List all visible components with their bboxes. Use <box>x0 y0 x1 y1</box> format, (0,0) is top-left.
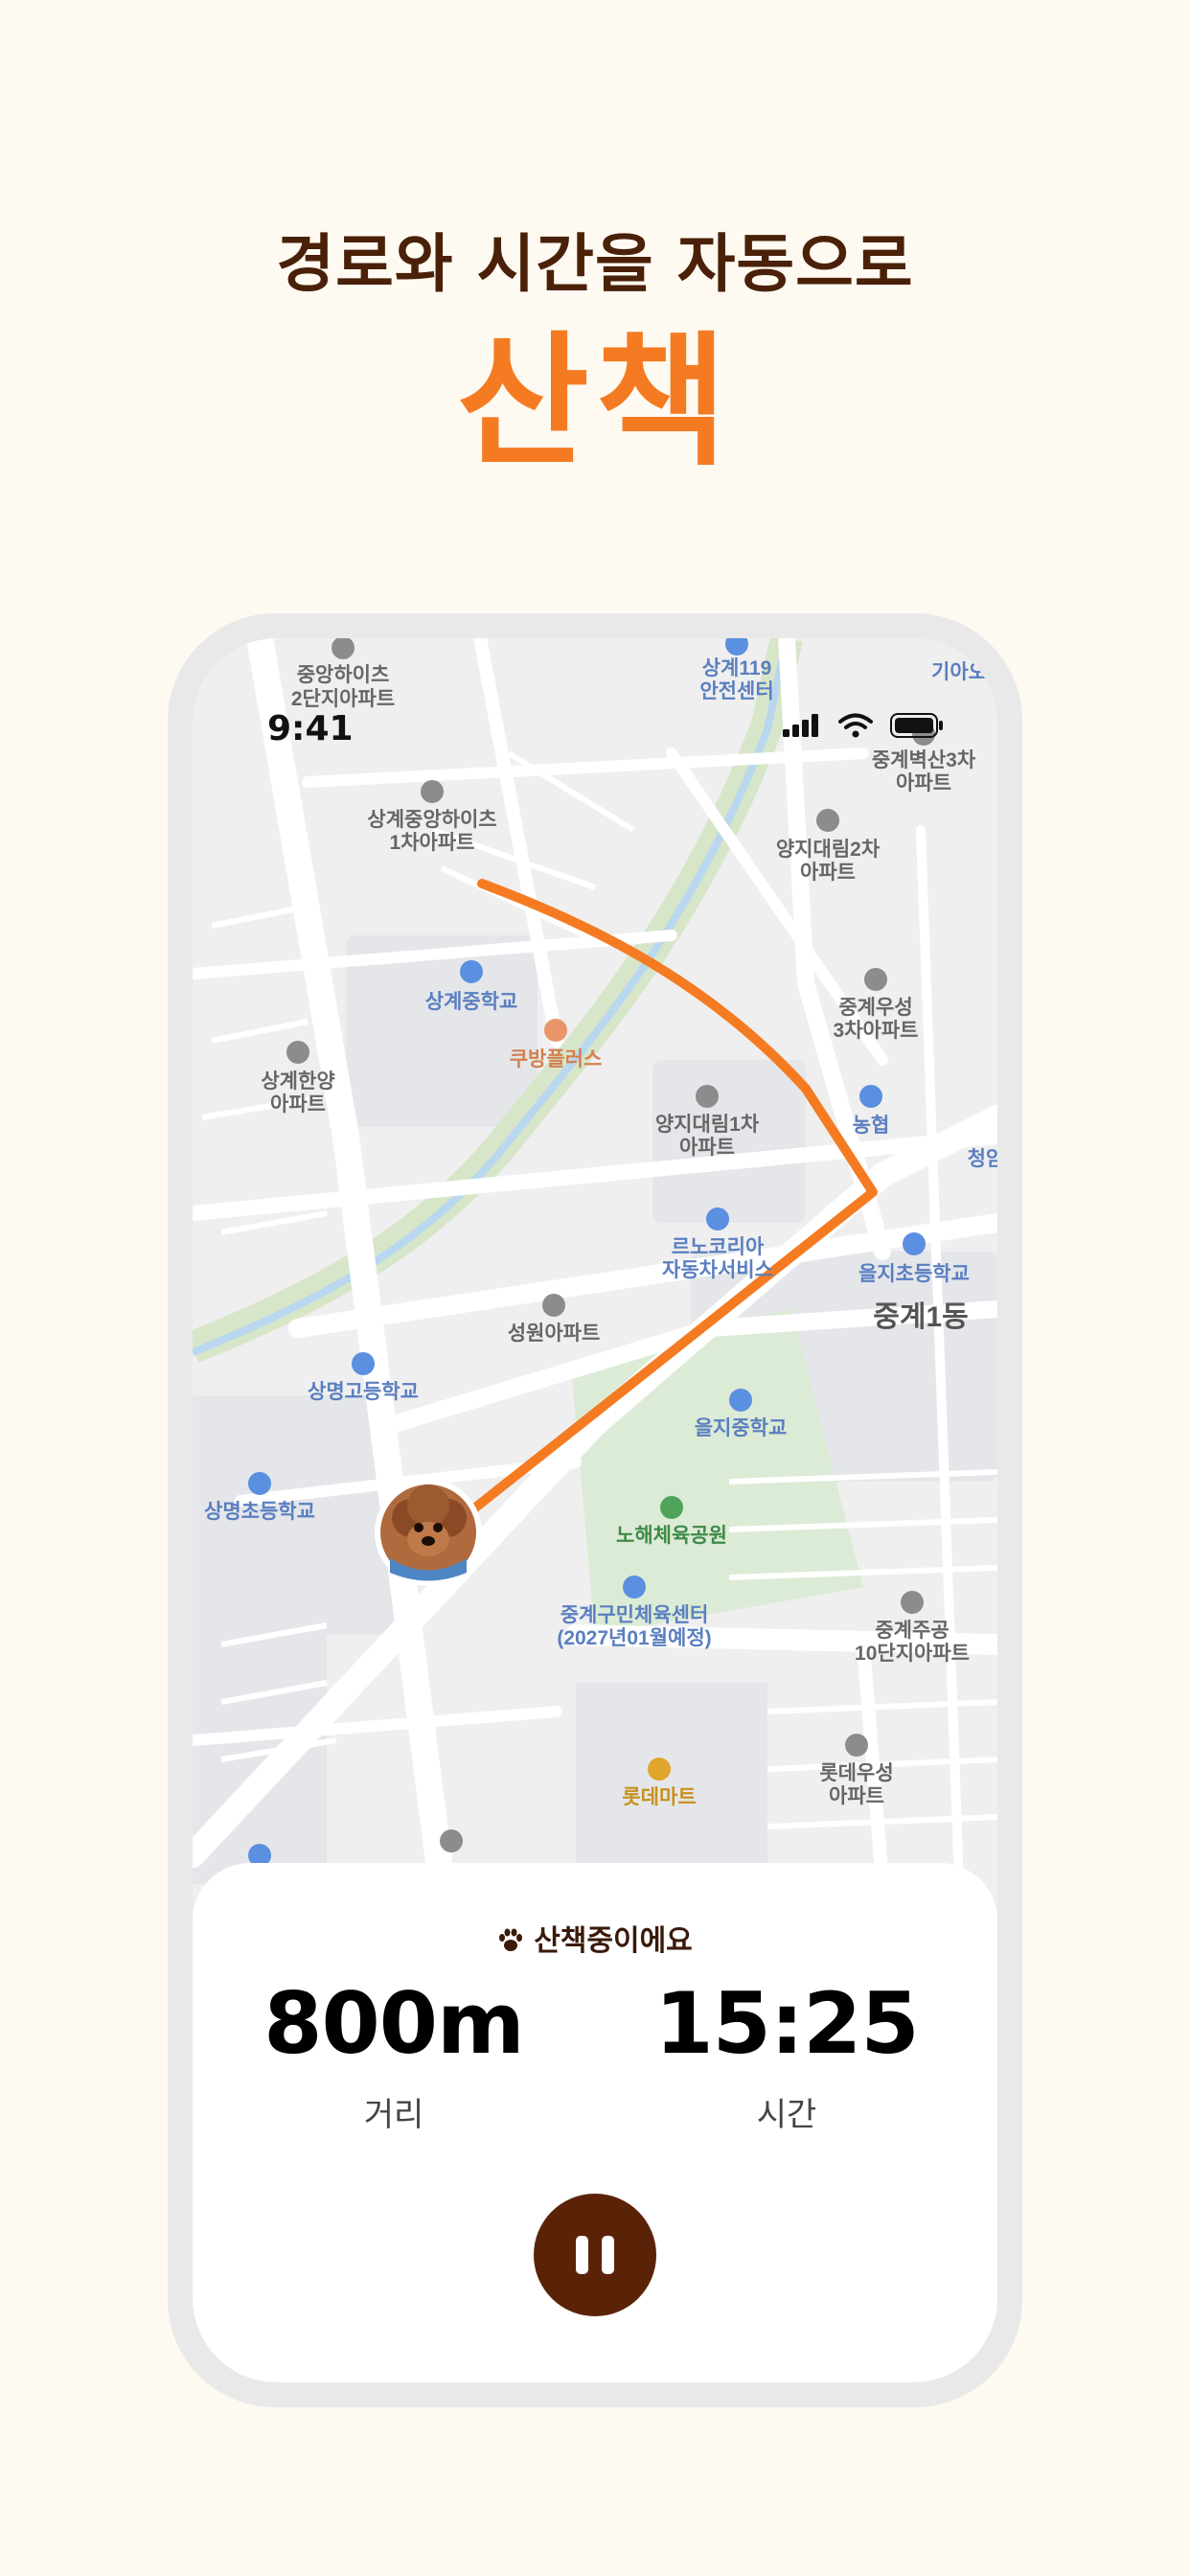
paw-icon <box>499 1928 523 1951</box>
map-label: 1차아파트 <box>390 832 475 854</box>
signal-icon <box>783 714 818 737</box>
map-label: 10단지아파트 <box>855 1643 970 1665</box>
wifi-icon <box>838 713 873 738</box>
walk-status-sheet: 산책중이에요 800m 거리 15:25 시간 <box>193 1863 997 2382</box>
map-label: 중계구민체육센터 <box>561 1604 709 1626</box>
map-label: 중계우성 <box>838 997 912 1019</box>
distance-label: 거리 <box>363 2095 424 2134</box>
map-label: 상명초등학교 <box>204 1501 315 1523</box>
map-label: 아파트 <box>800 862 856 884</box>
map-label: 청암 <box>968 1148 997 1170</box>
map-label: 양지대림1차 <box>655 1114 760 1136</box>
map-label: 아파트 <box>829 1785 884 1807</box>
map-label: 상계중앙하이츠 <box>367 809 496 831</box>
map[interactable]: 중앙하이츠 2단지아파트 상계119 안전센터 기아오 중계벽산3차 아파트 상… <box>193 638 997 1884</box>
title: 산책 <box>456 319 733 486</box>
pause-button[interactable] <box>534 2194 656 2316</box>
map-label: 3차아파트 <box>834 1020 919 1042</box>
map-label: 아파트 <box>896 772 951 794</box>
time-value: 15:25 <box>654 1974 919 2073</box>
map-label: 상계한양 <box>261 1070 334 1092</box>
map-label: 농협 <box>853 1115 890 1137</box>
headline: 경로와 시간을 자동으로 <box>276 227 914 301</box>
distance-value: 800m <box>263 1974 524 2073</box>
map-label: 을지중학교 <box>695 1417 788 1439</box>
status-bar: 9:41 <box>193 673 997 748</box>
map-label: 성원아파트 <box>508 1322 601 1345</box>
dog-avatar-marker <box>375 1479 482 1586</box>
map-label: 중계주공 <box>875 1620 949 1642</box>
status-time: 9:41 <box>267 709 354 748</box>
map-label: 을지초등학교 <box>858 1263 970 1285</box>
walking-status: 산책중이에요 <box>193 1917 997 1959</box>
map-label: 양지대림2차 <box>776 839 881 861</box>
map-label: 자동차서비스 <box>662 1259 773 1281</box>
distance-stat: 800m 거리 <box>193 1974 595 2135</box>
map-label: 롯데마트 <box>622 1786 696 1808</box>
map-label: (2027년01월예정) <box>557 1627 711 1649</box>
map-label: 중계1동 <box>873 1301 969 1333</box>
map-label: 아파트 <box>270 1093 326 1116</box>
pause-icon <box>576 2236 588 2274</box>
phone-screen: 중앙하이츠 2단지아파트 상계119 안전센터 기아오 중계벽산3차 아파트 상… <box>193 638 997 2382</box>
map-label: 르노코리아 <box>672 1236 765 1258</box>
map-label: 롯데우성 <box>819 1762 893 1784</box>
battery-icon <box>890 713 943 738</box>
map-label: 중계벽산3차 <box>872 749 976 771</box>
map-label: 상계중학교 <box>425 991 518 1013</box>
time-label: 시간 <box>756 2095 817 2134</box>
map-label: 아파트 <box>679 1137 735 1159</box>
time-stat: 15:25 시간 <box>585 1974 988 2135</box>
map-label: 노해체육공원 <box>616 1525 727 1547</box>
map-label: 상명고등학교 <box>308 1381 419 1403</box>
walking-status-text: 산책중이에요 <box>534 1924 693 1958</box>
map-label: 쿠방플러스 <box>510 1048 603 1070</box>
